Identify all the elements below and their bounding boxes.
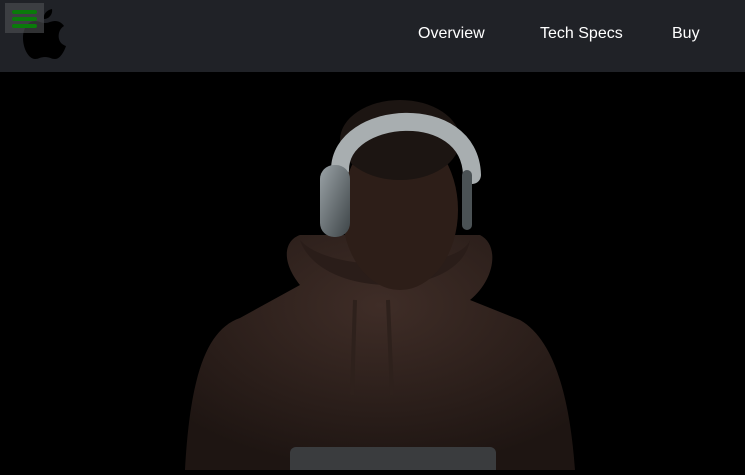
top-nav-bar: Overview Tech Specs Buy	[0, 0, 745, 72]
hamburger-icon-bar	[12, 17, 37, 21]
nav-tech-specs[interactable]: Tech Specs	[540, 25, 623, 43]
hero-image	[0, 72, 745, 475]
nav-overview[interactable]: Overview	[418, 25, 485, 43]
nav-buy[interactable]: Buy	[672, 25, 700, 43]
hamburger-icon	[12, 10, 37, 14]
menu-toggle-button[interactable]	[5, 3, 44, 33]
person-with-headphones-image	[185, 100, 575, 475]
hamburger-icon-bar	[12, 24, 37, 28]
